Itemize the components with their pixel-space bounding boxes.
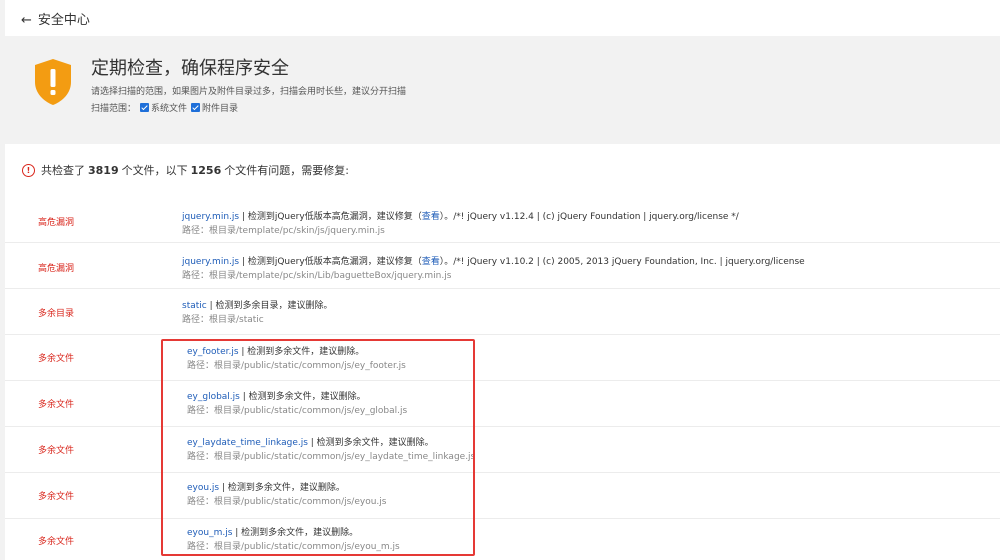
back-label: 安全中心 <box>37 13 90 28</box>
scan-scope: 扫描范围： 系统文件 附件目录 <box>91 101 238 114</box>
back-button[interactable]: ← 安全中心 <box>21 9 90 28</box>
issue-message: ey_footer.js | 检测到多余文件，建议删除。 <box>187 344 364 357</box>
file-name-link[interactable]: jquery.min.js <box>182 212 239 222</box>
issue-message: ey_global.js | 检测到多余文件，建议删除。 <box>187 389 366 402</box>
issue-message: jquery.min.js | 检测到jQuery低版本高危漏洞，建议修复（查看… <box>182 254 805 267</box>
issue-type: 多余目录 <box>38 309 75 319</box>
issue-message: eyou_m.js | 检测到多余文件，建议删除。 <box>187 525 358 538</box>
issue-text: | 检测到多余文件，建议删除。 <box>232 528 359 538</box>
issue-row: 高危漏洞 jquery.min.js | 检测到jQuery低版本高危漏洞，建议… <box>5 197 1000 243</box>
file-name-link[interactable]: ey_footer.js <box>187 347 239 357</box>
alert-icon: ! <box>22 163 35 177</box>
view-link[interactable]: 查看 <box>422 257 440 267</box>
issue-row: 多余文件 eyou_m.js | 检测到多余文件，建议删除。 路径：根目录/pu… <box>5 519 1000 560</box>
file-name-link[interactable]: eyou_m.js <box>187 528 232 538</box>
issue-text: | 检测到多余文件，建议删除。 <box>219 483 345 493</box>
summary-prefix: 共检查了 <box>41 164 85 177</box>
issue-row: 多余目录 static | 检测到多余目录，建议删除。 路径：根目录/stati… <box>5 289 1000 335</box>
scan-summary: ! 共检查了 3819 个文件，以下 1256 个文件有问题，需要修复: <box>22 162 349 178</box>
attachment-dir-label: 附件目录 <box>202 104 239 114</box>
view-link[interactable]: 查看 <box>422 212 440 222</box>
back-arrow-icon: ← <box>21 13 32 28</box>
file-path: 路径：根目录/public/static/common/js/eyou_m.js <box>187 542 400 552</box>
file-name-link[interactable]: eyou.js <box>187 483 219 493</box>
top-bar: ← 安全中心 <box>5 0 1000 36</box>
file-path: 路径：根目录/public/static/common/js/eyou.js <box>187 497 387 507</box>
issue-message: static | 检测到多余目录，建议删除。 <box>182 298 332 311</box>
issue-type: 多余文件 <box>38 446 75 456</box>
attachment-dir-checkbox[interactable] <box>191 103 201 112</box>
issue-text: | 检测到多余文件，建议删除。 <box>307 438 434 448</box>
scan-description: 请选择扫描的范围，如果图片及附件目录过多，扫描会用时长些，建议分开扫描 <box>91 87 407 97</box>
shield-warning-icon <box>35 59 71 105</box>
issue-text: | 检测到jQuery低版本高危漏洞，建议修复（ <box>239 257 422 267</box>
issue-type: 多余文件 <box>38 354 75 364</box>
issue-text: | 检测到多余文件，建议删除。 <box>239 392 366 402</box>
issue-row: 多余文件 eyou.js | 检测到多余文件，建议删除。 路径：根目录/publ… <box>5 473 1000 519</box>
issue-row: 高危漏洞 jquery.min.js | 检测到jQuery低版本高危漏洞，建议… <box>5 243 1000 289</box>
issue-message: eyou.js | 检测到多余文件，建议删除。 <box>187 480 345 493</box>
issue-extra: ）。/*! jQuery v1.10.2 | (c) 2005, 2013 jQ… <box>439 257 805 267</box>
file-name-link[interactable]: ey_global.js <box>187 392 240 402</box>
issue-text: | 检测到jQuery低版本高危漏洞，建议修复（ <box>239 212 422 222</box>
file-path: 路径：根目录/public/static/common/js/ey_footer… <box>187 361 406 371</box>
hero-banner: 定期检查，确保程序安全 请选择扫描的范围，如果图片及附件目录过多，扫描会用时长些… <box>5 36 1000 144</box>
issue-message: ey_laydate_time_linkage.js | 检测到多余文件，建议删… <box>187 435 434 448</box>
summary-middle: 个文件，以下 <box>121 164 188 177</box>
file-name-link[interactable]: jquery.min.js <box>182 257 239 267</box>
issue-type: 高危漏洞 <box>38 264 75 274</box>
checked-count: 3819 <box>88 163 119 177</box>
issue-row: 多余文件 ey_global.js | 检测到多余文件，建议删除。 路径：根目录… <box>5 381 1000 427</box>
issue-type: 多余文件 <box>38 400 75 410</box>
issue-type: 多余文件 <box>38 492 75 502</box>
file-name-link[interactable]: static <box>182 301 207 311</box>
file-path: 路径：根目录/template/pc/skin/js/jquery.min.js <box>182 226 385 236</box>
issue-count: 1256 <box>190 163 222 177</box>
file-name-link[interactable]: ey_laydate_time_linkage.js <box>187 438 308 448</box>
issue-type: 高危漏洞 <box>38 218 75 228</box>
system-files-label: 系统文件 <box>151 104 188 114</box>
issue-text: | 检测到多余文件，建议删除。 <box>238 347 365 357</box>
issue-extra: ）。/*! jQuery v1.12.4 | (c) jQuery Founda… <box>439 212 739 222</box>
issue-message: jquery.min.js | 检测到jQuery低版本高危漏洞，建议修复（查看… <box>182 209 739 222</box>
file-path: 路径：根目录/public/static/common/js/ey_global… <box>187 406 408 416</box>
file-path: 路径：根目录/public/static/common/js/ey_laydat… <box>187 452 476 462</box>
issue-type: 多余文件 <box>38 537 75 547</box>
file-path: 路径：根目录/static <box>182 315 264 325</box>
issue-row: 多余文件 ey_laydate_time_linkage.js | 检测到多余文… <box>5 427 1000 473</box>
system-files-checkbox[interactable] <box>140 103 150 112</box>
summary-suffix: 个文件有问题，需要修复: <box>224 164 349 177</box>
issue-row: 多余文件 ey_footer.js | 检测到多余文件，建议删除。 路径：根目录… <box>5 335 1000 381</box>
file-path: 路径：根目录/template/pc/skin/Lib/baguetteBox/… <box>182 271 452 281</box>
page-title: 定期检查，确保程序安全 <box>91 58 289 79</box>
issue-text: | 检测到多余目录，建议删除。 <box>206 301 333 311</box>
scan-scope-label: 扫描范围： <box>91 104 137 114</box>
